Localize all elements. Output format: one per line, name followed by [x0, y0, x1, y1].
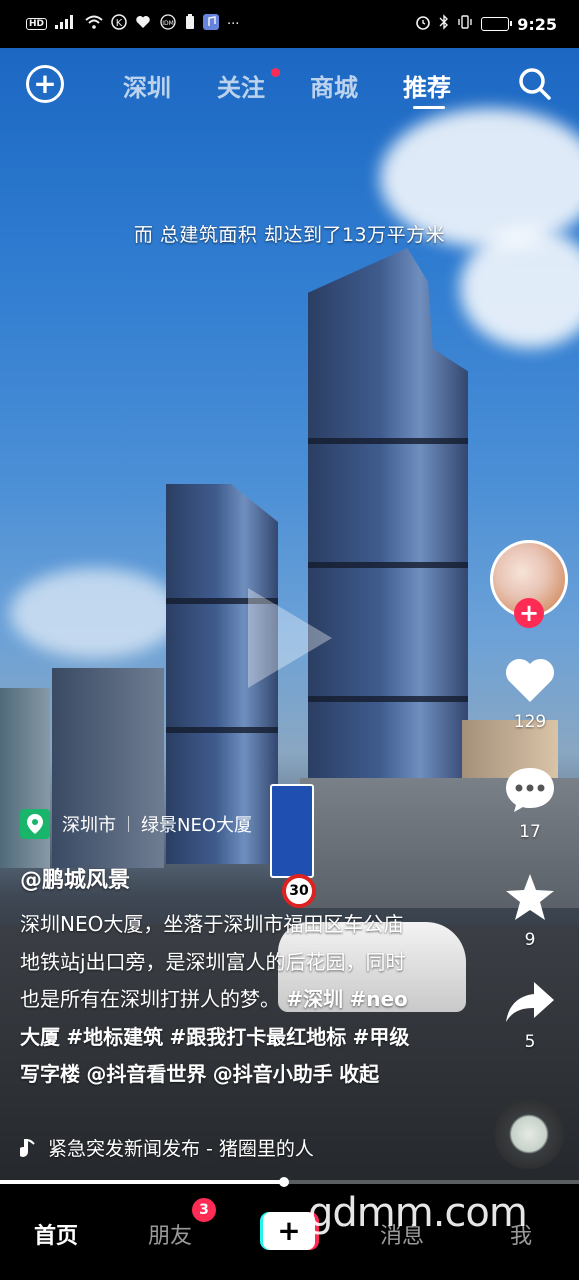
hashtag[interactable]: #深圳	[286, 987, 343, 1011]
location-tag[interactable]: 深圳市 绿景NEO大厦	[20, 806, 252, 842]
share-button[interactable]: 5	[500, 980, 560, 1052]
cloud	[10, 568, 180, 658]
tab-shenzhen[interactable]: 深圳	[123, 68, 171, 103]
tab-friends[interactable]: 朋友	[148, 1218, 192, 1250]
tab-home[interactable]: 首页	[34, 1218, 78, 1250]
like-button[interactable]: 129	[500, 656, 560, 732]
music-note-icon	[20, 1138, 35, 1157]
top-nav: + 深圳 关注 商城 推荐	[0, 60, 579, 110]
svg-text:IDM: IDM	[162, 20, 174, 27]
caption-text: 深圳NEO大厦，坐落于深圳市福田区车公庙地铁站j出口旁，是深圳富人的后花园，同时…	[20, 912, 406, 1011]
star-icon	[506, 874, 554, 920]
author-avatar[interactable]: +	[490, 540, 568, 628]
favorite-button[interactable]: 9	[500, 872, 560, 950]
share-count: 5	[524, 1032, 536, 1052]
add-icon[interactable]: +	[26, 65, 64, 103]
status-time: 9:25	[517, 14, 557, 34]
collapse-link[interactable]: 收起	[339, 1062, 379, 1086]
music-app-icon	[203, 14, 220, 34]
tower-band	[166, 727, 278, 734]
music-title: 紧急突发新闻发布 - 猪圈里的人	[48, 1138, 314, 1160]
comment-icon	[506, 768, 554, 812]
hd-icon: HD	[26, 18, 48, 30]
favorite-count: 9	[524, 930, 536, 950]
share-arrow-icon	[506, 982, 554, 1022]
comment-button[interactable]: 17	[500, 764, 560, 842]
wifi-icon	[85, 15, 103, 33]
tab-mall[interactable]: 商城	[310, 68, 358, 103]
status-right: 9:25	[415, 14, 557, 34]
video-subtitle: 而 总建筑面积 却达到了13万平方米	[133, 224, 446, 246]
battery-icon	[481, 17, 513, 31]
video-progress-bar[interactable]	[0, 1177, 579, 1187]
idm-icon: IDM	[159, 14, 177, 34]
status-left: HD K IDM ···	[26, 14, 239, 34]
tower-band	[308, 696, 468, 702]
bluetooth-icon	[439, 14, 449, 34]
hashtag[interactable]: #地标建筑	[66, 1025, 163, 1049]
music-info[interactable]: 紧急突发新闻发布 - 猪圈里的人	[20, 1134, 314, 1161]
search-icon[interactable]	[518, 67, 552, 101]
play-icon[interactable]	[248, 588, 332, 688]
mention[interactable]: @抖音小助手	[213, 1062, 333, 1086]
svg-text:K: K	[116, 18, 123, 29]
road-sign	[270, 784, 314, 878]
progress-knob[interactable]	[278, 1177, 289, 1187]
location-divider	[128, 816, 129, 832]
location-city: 深圳市	[62, 815, 116, 836]
following-unread-dot	[271, 68, 280, 77]
location-place: 绿景NEO大厦	[141, 815, 253, 836]
neo-tower-tall	[308, 248, 468, 808]
post-caption[interactable]: 深圳NEO大厦，坐落于深圳市福田区车公庙地铁站j出口旁，是深圳富人的后花园，同时…	[20, 906, 420, 1094]
music-disc-icon[interactable]	[494, 1099, 564, 1169]
author-name[interactable]: @鹏城风景	[20, 862, 130, 894]
signal-icon	[55, 15, 77, 33]
mention[interactable]: @抖音看世界	[86, 1062, 206, 1086]
active-tab-indicator	[413, 106, 445, 109]
like-count: 129	[513, 712, 547, 732]
watermark: gdmm.com	[308, 1190, 528, 1236]
k-app-icon: K	[111, 14, 127, 34]
tower-band	[308, 438, 468, 445]
vibrate-icon	[457, 15, 473, 33]
tower-band	[308, 561, 468, 568]
alarm-icon	[415, 14, 431, 34]
more-notifications-icon: ···	[227, 16, 240, 32]
progress-fill	[0, 1180, 284, 1184]
follow-button[interactable]: +	[514, 598, 544, 628]
speed-limit-sign: 30	[282, 874, 316, 908]
friends-badge: 3	[192, 1198, 216, 1222]
battery-saver-icon	[185, 14, 195, 34]
heart-monitor-icon	[135, 15, 151, 33]
hashtag[interactable]: #跟我打卡最红地标	[169, 1025, 346, 1049]
status-bar: HD K IDM ··· 9:25	[0, 0, 579, 48]
tab-recommend[interactable]: 推荐	[403, 68, 451, 103]
comment-count: 17	[519, 822, 541, 842]
heart-icon	[505, 658, 555, 702]
location-pin-icon	[20, 809, 50, 839]
tab-following[interactable]: 关注	[217, 68, 265, 103]
